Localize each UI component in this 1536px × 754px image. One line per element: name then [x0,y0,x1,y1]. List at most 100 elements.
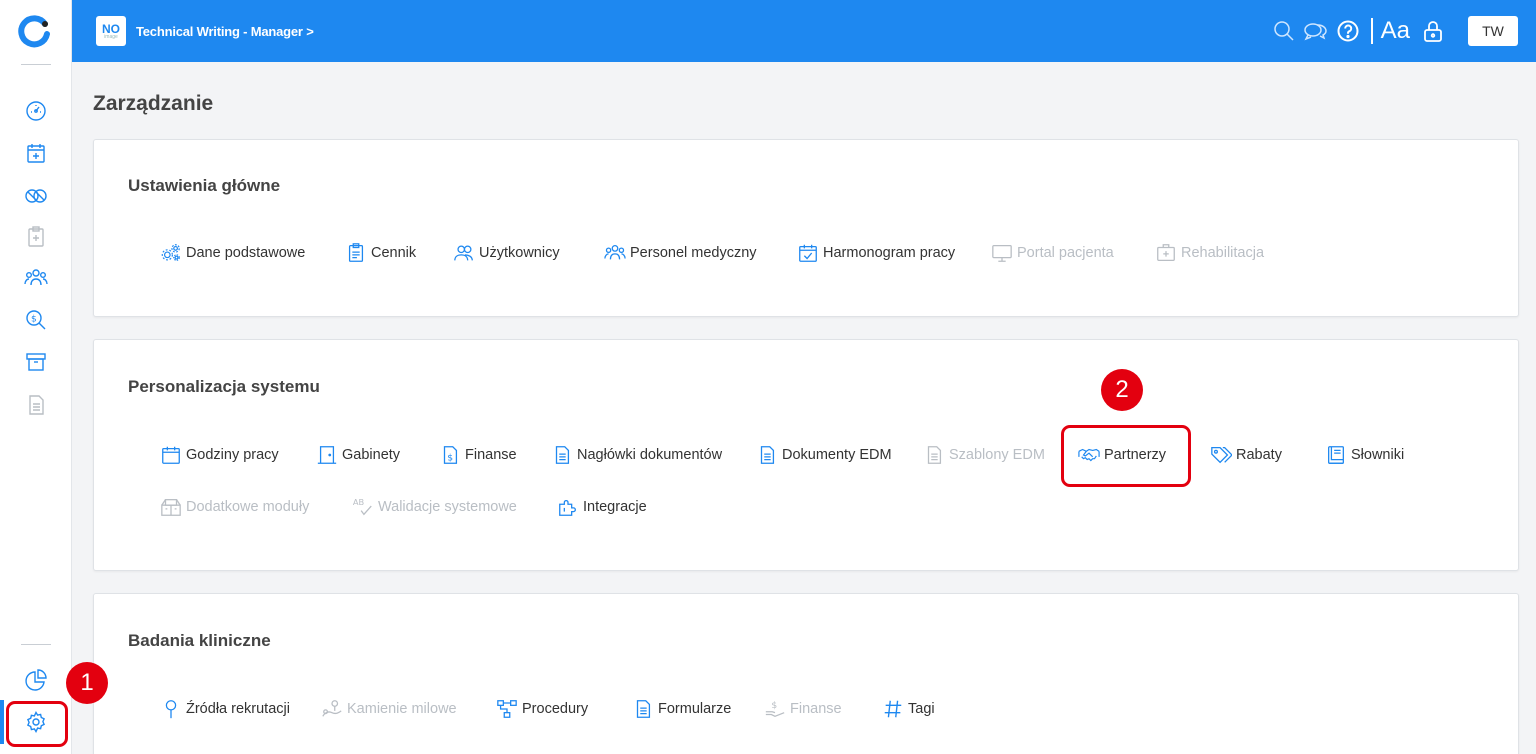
sidebar-item-calendar[interactable] [22,139,50,167]
workspace-title-text: Technical Writing - Manager [136,23,303,39]
link-walidacje-systemowe: AB Walidacje systemowe [352,496,517,518]
link-godziny-pracy[interactable]: Godziny pracy [160,444,279,466]
pin-icon [165,700,177,719]
link-label: Finanse [790,701,842,717]
svg-text:$: $ [31,315,37,325]
annotation-marker-1: 1 [66,662,108,704]
doc-icon [555,446,570,464]
topbar: NO image Technical Writing - Manager > A… [72,0,1536,62]
spellcheck-icon: AB [353,497,372,516]
link-uzytkownicy[interactable]: Użytkownicy [453,242,560,264]
sidebar-item-pills[interactable] [22,181,50,209]
svg-text:AB: AB [353,497,365,507]
pills-icon [25,189,47,203]
link-label: Rehabilitacja [1181,245,1265,261]
link-finanse-badania: $ Finanse [764,698,842,720]
sidebar-item-dashboard[interactable] [22,96,50,124]
link-gabinety[interactable]: Gabinety [316,444,400,466]
link-personel-medyczny[interactable]: Personel medyczny [604,242,757,264]
link-label: Kamienie milowe [347,701,457,717]
user-avatar-button[interactable]: TW [1468,16,1518,46]
search-icon [1273,21,1294,41]
link-dokumenty-edm[interactable]: Dokumenty EDM [756,444,892,466]
link-integracje[interactable]: Integracje [557,496,647,518]
link-label: Nagłówki dokumentów [577,447,723,463]
calendar-icon [162,446,180,464]
tags-icon [1211,447,1232,464]
link-label: Dodatkowe moduły [186,499,310,515]
puzzle-icon [559,499,576,516]
flow-icon [497,700,517,718]
document-icon [29,395,44,415]
link-label: Procedury [522,701,589,717]
link-finanse[interactable]: $ Finanse [439,444,517,466]
link-label: Źródła rekrutacji [186,701,290,717]
lock-icon [1424,21,1442,42]
sidebar-divider [21,644,51,645]
tenant-badge-text: NO [102,21,120,36]
link-formularze[interactable]: Formularze [632,698,731,720]
staff-icon [604,245,626,260]
reports-icon [25,669,47,691]
search-button[interactable] [1271,18,1297,44]
link-label: Harmonogram pracy [823,245,956,261]
billing-search-icon: $ [26,310,46,330]
annotation-highlight-partnerzy [1061,425,1191,487]
sidebar-item-billing[interactable]: $ [22,306,50,334]
modules-icon [161,499,181,516]
font-size-button[interactable]: Aa [1381,17,1410,45]
door-icon [317,446,337,464]
link-slowniki[interactable]: Słowniki [1325,444,1404,466]
hand-money-icon: $ [765,700,785,718]
help-button[interactable] [1335,18,1361,44]
link-label: Walidacje systemowe [378,499,517,515]
link-naglowki-dokumentow[interactable]: Nagłówki dokumentów [551,444,722,466]
section-title: Ustawienia główne [128,176,281,195]
link-dane-podstawowe[interactable]: Dane podstawowe [160,242,305,264]
chat-button[interactable] [1303,18,1329,44]
sidebar-item-reports[interactable] [22,666,50,694]
page-title: Zarządzanie [93,92,214,115]
link-zrodla-rekrutacji[interactable]: Źródła rekrutacji [160,698,290,720]
gears-icon [161,244,180,261]
patients-icon [24,269,48,286]
section-main-settings: Ustawienia główne Dane podstawowe Cennik… [93,139,1519,317]
doc-icon [927,446,942,464]
sidebar-item-archive[interactable] [22,348,50,376]
calendar-icon [27,144,45,163]
link-label: Rabaty [1236,447,1282,463]
link-label: Formularze [658,701,732,717]
link-label: Godziny pracy [186,447,279,463]
dashboard-icon [26,101,46,121]
link-harmonogram-pracy[interactable]: Harmonogram pracy [797,242,955,264]
tenant-badge[interactable]: NO image [96,16,126,46]
link-rehabilitacja: Rehabilitacja [1155,242,1264,264]
calendar-check-icon [799,244,817,262]
workspace-title[interactable]: Technical Writing - Manager > [136,24,314,39]
sidebar-item-clipboard[interactable] [22,223,50,251]
link-label: Dane podstawowe [186,245,306,261]
svg-text:$: $ [771,700,777,711]
sidebar-item-documents[interactable] [22,391,50,419]
lock-button[interactable] [1420,18,1446,44]
link-label: Tagi [908,701,935,717]
chevron-right-icon: > [306,23,314,39]
link-cennik[interactable]: Cennik [345,242,416,264]
link-tagi[interactable]: Tagi [882,698,935,720]
link-rabaty[interactable]: Rabaty [1210,444,1282,466]
link-kamienie-milowe: Kamienie milowe [321,698,457,720]
doc-icon [636,700,651,718]
link-procedury[interactable]: Procedury [496,698,588,720]
doc-icon [760,446,775,464]
sidebar-item-patients[interactable] [22,264,50,292]
app-logo-icon[interactable] [18,14,52,48]
users-icon [454,245,473,261]
link-label: Personel medyczny [630,245,757,261]
link-label: Gabinety [342,447,401,463]
archive-icon [26,353,46,371]
sidebar: $ [0,0,72,754]
section-title: Personalizacja systemu [128,377,320,396]
link-label: Dokumenty EDM [782,447,892,463]
link-portal-pacjenta: Portal pacjenta [991,242,1114,264]
milestone-icon [322,700,342,717]
